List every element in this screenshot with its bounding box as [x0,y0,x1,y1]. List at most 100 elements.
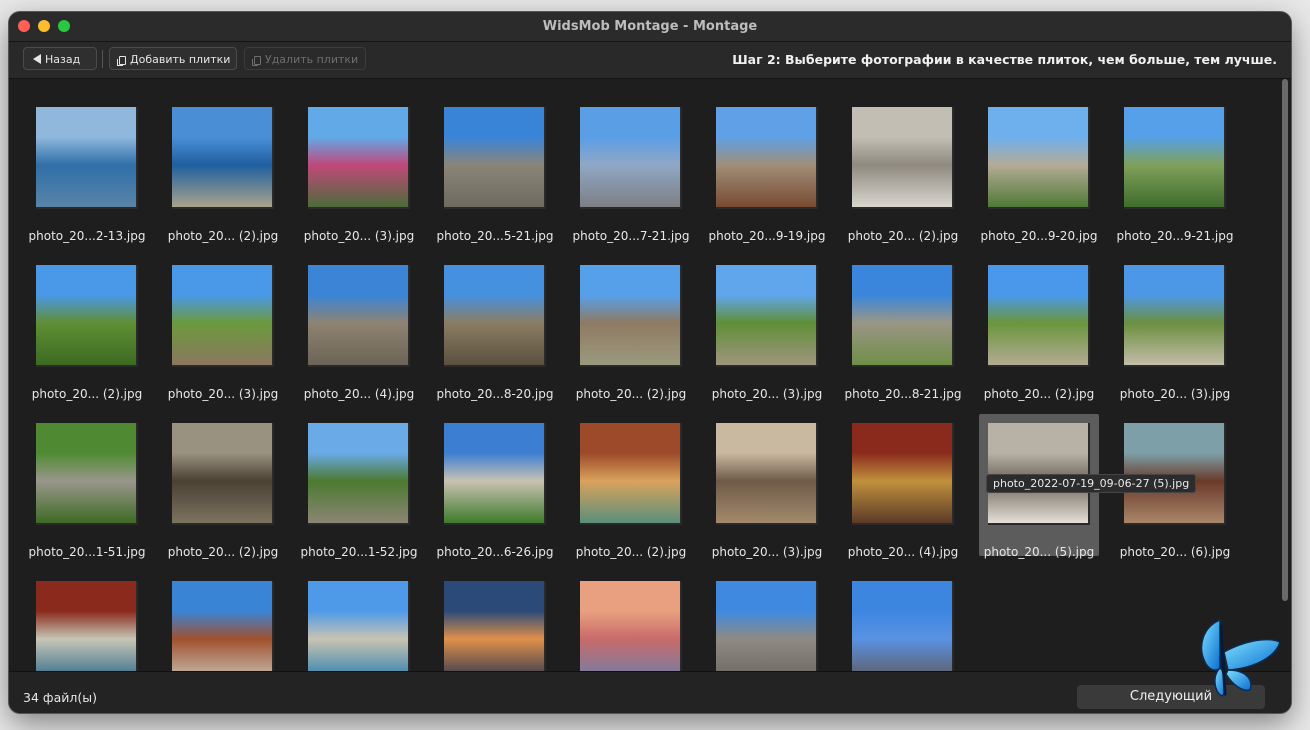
add-tiles-button[interactable]: Добавить плитки [109,47,237,70]
photo-thumbnail-frame [308,423,410,525]
photo-tile[interactable]: photo_20... (3).jpg [299,98,419,243]
photo-tile[interactable]: photo_20... (2).jpg [843,98,963,243]
photo-thumbnail-frame [172,581,274,671]
photo-tile[interactable] [843,572,963,671]
photo-tile[interactable] [27,572,147,671]
photo-thumbnail-frame [580,107,682,209]
photo-filename: photo_20... (3).jpg [711,545,823,559]
photo-tile[interactable]: photo_20... (2).jpg [163,98,283,243]
photo-thumbnail-frame [36,423,138,525]
photo-thumbnail-frame [444,107,546,209]
photo-filename: photo_20... (2).jpg [31,387,143,401]
photo-tile[interactable]: photo_20...2-13.jpg [27,98,147,243]
photo-tile[interactable] [299,572,419,671]
toolbar: Назад Добавить плитки Удалить плитки Шаг… [9,41,1291,79]
photo-thumbnail [444,107,544,207]
photo-tile[interactable]: photo_20...9-21.jpg [1115,98,1235,243]
photo-tile[interactable]: photo_20...9-19.jpg [707,98,827,243]
step-instruction: Шаг 2: Выберите фотографии в качестве пл… [732,52,1277,67]
photo-thumbnail-frame [172,107,274,209]
photo-filename: photo_20... (4).jpg [303,387,415,401]
photo-tile[interactable] [707,572,827,671]
photo-tile[interactable]: photo_20...1-52.jpg [299,414,419,559]
photo-tile[interactable]: photo_20... (4).jpg [843,414,963,559]
photo-tile[interactable]: photo_20... (2).jpg [571,256,691,401]
photo-thumbnail [36,423,136,523]
add-tiles-label: Добавить плитки [130,53,231,66]
photo-thumbnail-frame [444,423,546,525]
photo-tile[interactable]: photo_20... (3).jpg [1115,256,1235,401]
remove-tiles-label: Удалить плитки [265,53,359,66]
photo-filename: photo_20... (2).jpg [847,229,959,243]
photo-thumbnail-frame [308,581,410,671]
scrollbar-thumb[interactable] [1282,79,1288,601]
photo-thumbnail [172,265,272,365]
photo-thumbnail [444,423,544,523]
photo-thumbnail-frame [36,107,138,209]
title-bar: WidsMob Montage - Montage [9,12,1291,41]
photo-thumbnail [36,107,136,207]
photo-tile[interactable]: photo_20... (3).jpg [707,256,827,401]
photo-thumbnail [444,265,544,365]
remove-tiles-button[interactable]: Удалить плитки [244,47,366,70]
photo-tile[interactable]: photo_20... (4).jpg [299,256,419,401]
photo-thumbnail [172,581,272,671]
photo-tile[interactable]: photo_20...8-20.jpg [435,256,555,401]
photo-thumbnail-frame [716,265,818,367]
photo-filename: photo_20...6-26.jpg [436,545,554,559]
photo-thumbnail [852,107,952,207]
photo-thumbnail [716,581,816,671]
photo-tile[interactable]: photo_20...6-26.jpg [435,414,555,559]
photo-thumbnail-frame [172,265,274,367]
photo-thumbnail [580,581,680,671]
photo-tile[interactable]: photo_20... (2).jpg [571,414,691,559]
photo-tile[interactable]: photo_20... (2).jpg [163,414,283,559]
photo-thumbnail-frame [580,581,682,671]
photo-filename: photo_20...7-21.jpg [572,229,690,243]
photo-thumbnail [852,265,952,365]
photo-tile[interactable]: photo_20...8-21.jpg [843,256,963,401]
photo-thumbnail-frame [580,423,682,525]
photo-thumbnail-frame [36,265,138,367]
photo-thumbnail-frame [852,423,954,525]
photo-thumbnail [580,265,680,365]
photo-thumbnail-frame [1124,265,1226,367]
photo-thumbnail [716,423,816,523]
photo-thumbnail [308,265,408,365]
photo-thumbnail-frame [580,265,682,367]
photo-thumbnail [172,423,272,523]
photo-thumbnail-frame [716,423,818,525]
photo-filename: photo_20... (2).jpg [167,229,279,243]
toolbar-divider [102,50,103,68]
back-button-label: Назад [45,53,81,66]
photo-thumbnail [716,265,816,365]
photo-tile[interactable] [163,572,283,671]
photo-tile[interactable]: photo_20...5-21.jpg [435,98,555,243]
photo-tile[interactable] [571,572,691,671]
photo-thumbnail [580,423,680,523]
photo-tile[interactable]: photo_20... (2).jpg [979,256,1099,401]
photo-thumbnail [1124,265,1224,365]
photo-thumbnail [444,581,544,671]
photo-filename: photo_20... (2).jpg [983,387,1095,401]
photo-thumbnail-frame [444,265,546,367]
back-arrow-icon [33,54,41,64]
photo-thumbnail-frame [36,581,138,671]
footer-bar: 34 файл(ы) Следующий [9,671,1291,713]
photo-thumbnail-frame [988,265,1090,367]
photo-tile[interactable]: photo_20... (3).jpg [163,256,283,401]
photo-tile[interactable]: photo_20...9-20.jpg [979,98,1099,243]
photo-tile[interactable]: photo_20...1-51.jpg [27,414,147,559]
add-tiles-icon [117,56,126,66]
photo-thumbnail-frame [716,581,818,671]
vertical-scrollbar[interactable] [1279,79,1291,671]
photo-thumbnail-frame [308,107,410,209]
back-button[interactable]: Назад [23,47,97,70]
photo-tile[interactable]: photo_20...7-21.jpg [571,98,691,243]
photo-thumbnail [308,423,408,523]
photo-filename: photo_20... (3).jpg [303,229,415,243]
photo-tile[interactable] [435,572,555,671]
photo-tile[interactable]: photo_20... (3).jpg [707,414,827,559]
photo-filename: photo_20... (4).jpg [847,545,959,559]
photo-tile[interactable]: photo_20... (2).jpg [27,256,147,401]
